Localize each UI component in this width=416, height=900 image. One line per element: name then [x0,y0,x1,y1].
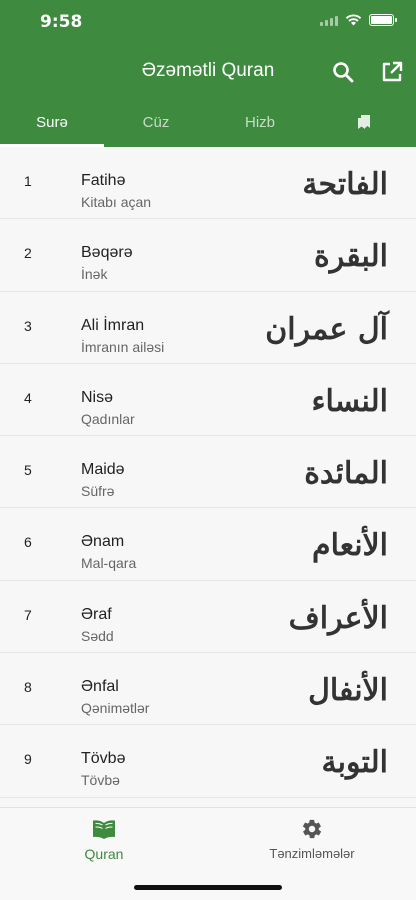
gear-icon [302,819,322,839]
surah-name: Maidə [81,461,125,479]
status-time: 9:58 [40,12,83,32]
list-item[interactable]: 6 Ənam Mal-qara الأنعام [0,508,416,581]
surah-number: 7 [24,606,32,623]
surah-meaning: İnək [81,266,108,283]
surah-name: Tövbə [81,750,126,768]
list-item[interactable]: 3 Ali İmran İmranın ailəsi آل عمران [0,292,416,364]
surah-arabic-name: الأعراف [288,600,388,636]
nav-quran-label: Quran [84,846,124,862]
list-item[interactable]: 2 Bəqərə İnək البقرة [0,219,416,292]
surah-arabic-name: آل عمران [265,311,388,347]
surah-number: 4 [24,389,32,406]
surah-arabic-name: الأنفال [308,673,388,709]
list-item[interactable]: 8 Ənfal Qənimətlər الأنفال [0,653,416,726]
nav-quran[interactable]: Quran [0,816,208,862]
tab-cuz[interactable]: Cüz [104,100,208,147]
bookmarks-icon [358,115,370,129]
surah-name: Ənfal [81,678,119,696]
open-external-icon[interactable] [380,60,404,84]
surah-name: Əraf [81,605,112,623]
list-item[interactable]: 1 Fatihə Kitabı açan الفاتحة [0,147,416,220]
surah-number: 2 [24,245,32,262]
surah-arabic-name: التوبة [321,745,388,781]
surah-number: 8 [24,679,32,696]
surah-meaning: Kitabı açan [81,194,152,210]
nav-settings-label: Tənzimləmələr [269,846,355,861]
surah-list: 1 Fatihə Kitabı açan الفاتحة 2 Bəqərə İn… [0,147,416,807]
surah-number: 1 [24,173,32,189]
surah-arabic-name: البقرة [314,239,388,275]
list-item[interactable]: 5 Maidə Süfrə المائدة [0,436,416,509]
list-item[interactable]: 9 Tövbə Tövbə التوبة [0,725,416,798]
surah-number: 6 [24,534,32,551]
surah-number: 5 [24,462,32,479]
tab-hizb[interactable]: Hizb [208,100,312,147]
surah-meaning: Qənimətlər [81,700,150,717]
surah-meaning: Tövbə [81,772,120,789]
battery-icon [369,14,397,26]
nav-settings[interactable]: Tənzimləmələr [208,816,416,861]
surah-name: Nisə [81,388,114,406]
status-icons [320,14,397,26]
book-icon [93,820,115,839]
surah-meaning: Sədd [81,627,114,644]
app-header: 9:58 Əzəmətli Quran Surə Cüz Hizb [0,0,416,147]
tab-bookmarks[interactable] [312,100,416,147]
surah-name: Ənam [81,533,125,551]
tab-sure[interactable]: Surə [0,100,104,147]
surah-name: Ali İmran [81,316,145,334]
home-indicator [134,885,282,890]
tab-bar: Surə Cüz Hizb [0,100,416,147]
list-item[interactable]: 4 Nisə Qadınlar النساء [0,364,416,437]
surah-arabic-name: الأنعام [312,528,388,564]
signal-icon [320,14,338,26]
surah-arabic-name: المائدة [304,456,388,492]
surah-arabic-name: النساء [311,383,388,419]
surah-number: 9 [24,751,32,768]
surah-meaning: Qadınlar [81,410,135,427]
surah-meaning: İmranın ailəsi [81,338,165,355]
surah-meaning: Mal-qara [81,555,137,572]
list-item[interactable]: 7 Əraf Sədd الأعراف [0,581,416,654]
surah-number: 3 [24,317,32,334]
wifi-icon [345,14,362,26]
status-bar: 9:58 [0,0,416,44]
surah-arabic-name: الفاتحة [302,167,388,202]
surah-name: Fatihə [81,172,126,189]
search-icon[interactable] [331,60,355,84]
surah-name: Bəqərə [81,244,133,262]
surah-meaning: Süfrə [81,483,115,500]
